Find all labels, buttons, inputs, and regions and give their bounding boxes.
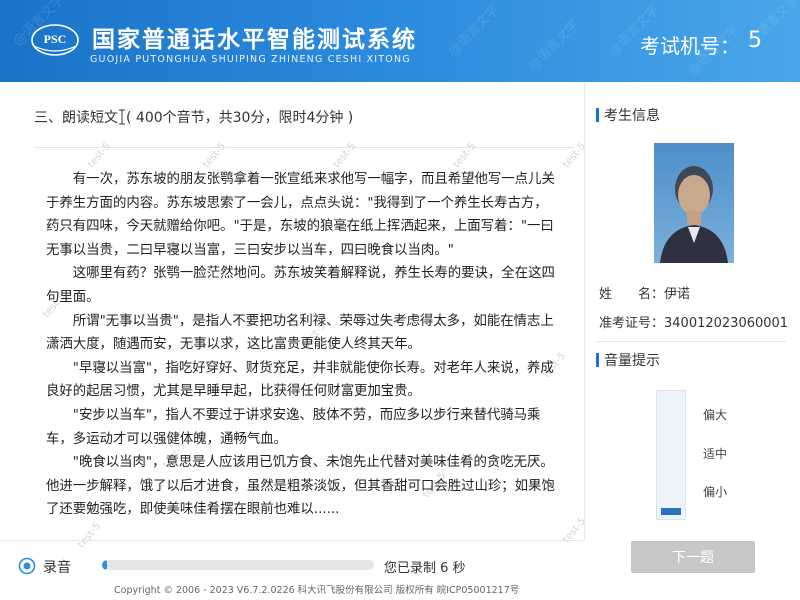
reading-passage: 有一次，苏东坡的朋友张鹗拿着一张宣纸来求他写一幅字，而且希望他写一点儿关于养生方… <box>46 168 556 522</box>
app-subtitle: GUOJIA PUTONGHUA SHUIPING ZHINENG CESHI … <box>90 54 411 65</box>
microphone-record-icon <box>18 557 36 575</box>
watermark-small: test-5 <box>330 140 359 171</box>
candidate-photo <box>654 143 734 263</box>
watermark-small: test-5 <box>200 140 229 171</box>
psc-logo: PSC <box>30 22 80 58</box>
copyright-text: Copyright © 2006 - 2023 V6.7.2.0226 科大讯飞… <box>114 585 520 596</box>
recording-progress-bar <box>102 560 374 570</box>
volume-heading: 音量提示 <box>596 350 660 370</box>
candidate-info-heading: 考生信息 <box>596 105 660 125</box>
watermark-text: @语言文字 <box>445 2 503 60</box>
candidate-id-row: 准考证号：340012023060001 <box>599 312 788 331</box>
recording-status: 您已录制 6 秒 <box>384 561 466 576</box>
bottom-divider <box>0 540 584 541</box>
exam-machine-number: 5 <box>748 28 762 53</box>
volume-label-mid: 适中 <box>703 447 728 461</box>
name-label: 姓 名： <box>599 287 665 302</box>
watermark-small: test-5 <box>450 140 479 171</box>
watermark-small: test-5 <box>85 140 114 171</box>
text-cursor-icon <box>119 109 125 125</box>
app-title: 国家普通话水平智能测试系统 <box>92 27 417 53</box>
section-title-main: 三、朗读短文 <box>34 110 118 126</box>
candidate-name-row: 姓 名：伊诺 <box>599 283 690 302</box>
volume-meter <box>656 390 686 520</box>
passage-paragraph: 所谓"无事以当贵"，是指人不要把功名利禄、荣辱过失考虑得太多，如能在情志上潇洒大… <box>46 313 554 353</box>
volume-label-high: 偏大 <box>703 408 728 422</box>
next-question-button[interactable]: 下一题 <box>631 541 755 573</box>
passage-paragraph: 有一次，苏东坡的朋友张鹗拿着一张宣纸来求他写一幅字，而且希望他写一点儿关于养生方… <box>46 172 555 258</box>
logo-text: PSC <box>44 32 67 46</box>
watermark-small: test-5 <box>75 520 104 551</box>
passage-paragraph: 这哪里有药？张鹗一脸茫然地问。苏东坡笑着解释说，养生长寿的要诀，全在这四句里面。 <box>46 266 555 305</box>
exam-machine-label: 考试机号： <box>640 34 740 58</box>
candidate-info-title: 考生信息 <box>604 108 660 124</box>
heading-accent-bar <box>596 108 599 122</box>
id-value: 340012023060001 <box>664 316 789 331</box>
watermark-text: @语言文字 <box>525 17 583 75</box>
passage-paragraph: "晚食以当肉"，意思是人应该用已饥方食、未饱先止代替对美味佳肴的贪吃无厌。他进一… <box>46 455 555 518</box>
recording-progress-fill <box>102 560 108 570</box>
id-label: 准考证号： <box>599 316 665 331</box>
section-title: 三、朗读短文 ( 400个音节，共30分，限时4分钟 ) <box>34 107 353 127</box>
passage-paragraph: "早寝以当富"，指吃好穿好、财货充足，并非就能使你长寿。对老年人来说，养成良好的… <box>46 360 554 400</box>
volume-level-fill <box>661 508 681 515</box>
volume-title: 音量提示 <box>604 353 660 369</box>
passage-paragraph: "安步以当车"，指人不要过于讲求安逸、肢体不劳，而应多以步行来替代骑马乘车，多运… <box>46 407 541 447</box>
sidebar-divider <box>596 341 786 342</box>
vertical-divider <box>584 82 585 540</box>
section-divider <box>34 147 574 148</box>
section-title-detail: ( 400个音节，共30分，限时4分钟 ) <box>126 110 354 126</box>
volume-label-low: 偏小 <box>703 485 728 499</box>
recording-label: 录音 <box>43 560 71 576</box>
heading-accent-bar <box>596 353 599 367</box>
app-header: @语言文字 @语言文字 @语言文字 @语言文字 @语言文字 @语言文字 PSC … <box>0 0 800 82</box>
name-value: 伊诺 <box>664 287 691 302</box>
